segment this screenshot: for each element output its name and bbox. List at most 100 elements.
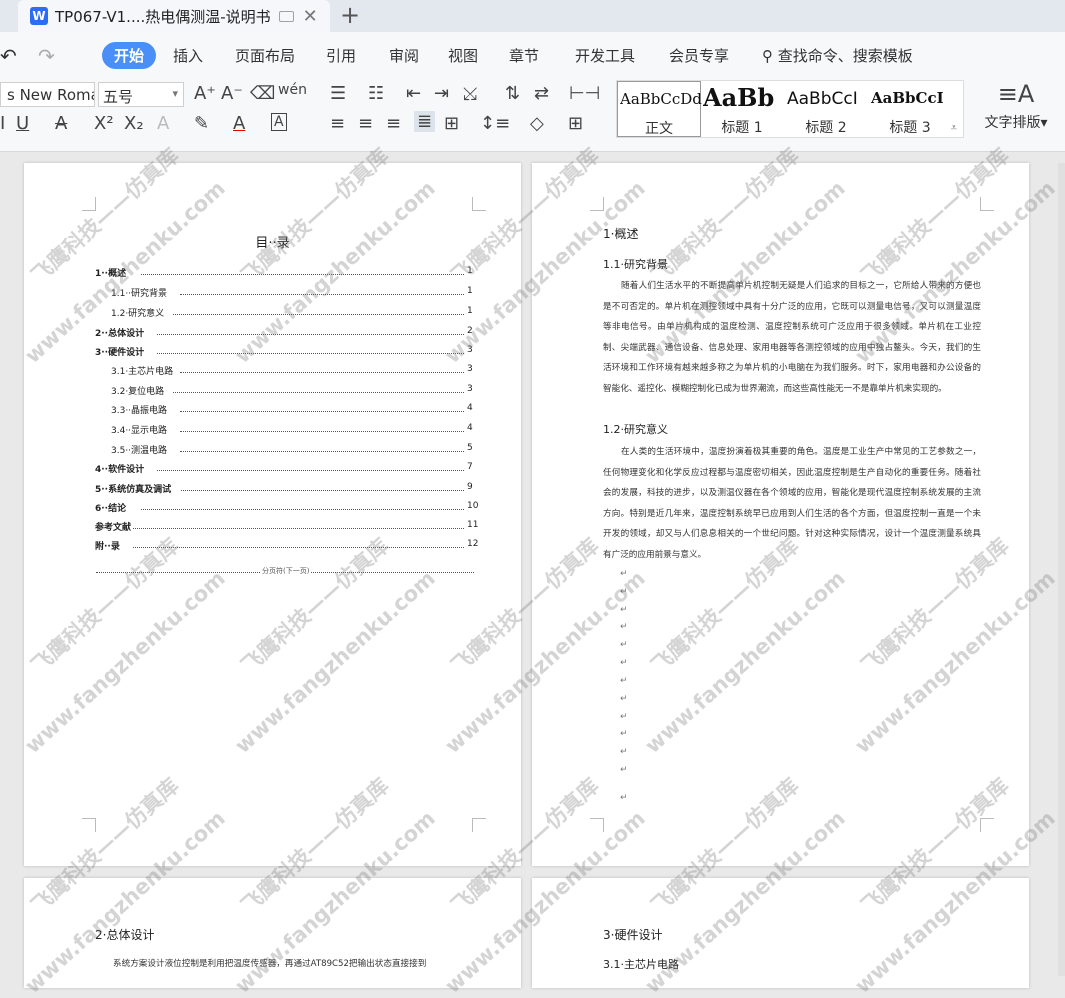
align-right-icon[interactable]: ≡ bbox=[386, 113, 401, 134]
text-layout-button[interactable]: ≡A 文字排版▾ bbox=[978, 80, 1054, 136]
distributed-icon[interactable]: ⊞ bbox=[444, 113, 459, 134]
paragraph-significance: 在人类的生活环境中，温度扮演着极其重要的角色。温度是工业生产中常见的工艺参数之一… bbox=[603, 447, 981, 560]
redo-icon[interactable]: ↷ bbox=[38, 44, 55, 68]
highlight-icon[interactable]: ✎ bbox=[194, 113, 209, 134]
style-normal[interactable]: AaBbCcDd 正文 bbox=[617, 81, 702, 137]
toc-entry-label: 3.3··晶振电路 bbox=[111, 406, 168, 416]
paragraph-mark: ↵ bbox=[620, 676, 628, 686]
style-normal-label: 正文 bbox=[645, 121, 673, 137]
toc-page-number: 1 bbox=[467, 266, 473, 276]
italic-icon[interactable]: I bbox=[0, 113, 5, 134]
page-overview: 1·概述 1.1·研究背景 随着人们生活水平的不断提高单片机控制无疑是人们追求的… bbox=[532, 163, 1029, 866]
toc-entry-label: 附··录 bbox=[95, 542, 120, 552]
title-bar: W TP067-V1....热电偶测温-说明书 ✕ + bbox=[0, 0, 1065, 32]
page-toc: 目··录 1··概述 1 1.1··研究背景 1 1.2·研究意义 1 2··总体设计 2 3·… bbox=[24, 163, 521, 866]
gallery-more-icon[interactable]: ⩡ bbox=[951, 121, 957, 135]
style-normal-sample: AaBbCcDd bbox=[620, 90, 702, 108]
font-name-field[interactable]: s New Roma bbox=[0, 82, 95, 107]
toc-entry-label: 3··硬件设计 bbox=[95, 348, 145, 358]
toc-leader bbox=[157, 346, 464, 354]
new-tab-button[interactable]: + bbox=[340, 1, 360, 29]
toc-leader bbox=[141, 267, 464, 275]
shading-icon[interactable]: ◇ bbox=[530, 113, 544, 134]
font-color-icon[interactable]: A bbox=[233, 113, 245, 134]
menu-review[interactable]: 审阅 bbox=[389, 45, 419, 66]
command-search[interactable]: ⚲ 查找命令、搜索模板 bbox=[762, 45, 913, 66]
toc-page-number: 12 bbox=[467, 539, 479, 549]
toc-leader bbox=[173, 385, 464, 393]
text-layout-icon: ≡A bbox=[997, 80, 1035, 108]
line-spacing-icon[interactable]: ↕≡ bbox=[480, 113, 510, 134]
menu-view[interactable]: 视图 bbox=[448, 45, 478, 66]
paragraph-overall-design: 系统方案设计液位控制是利用把温度传感器，再通过AT89C52把输出状态直接接到 bbox=[113, 959, 427, 969]
font-size-field[interactable]: 五号 bbox=[98, 82, 184, 107]
toc-entry-label: 5··系统仿真及调试 bbox=[95, 485, 172, 495]
menu-membership[interactable]: 会员专享 bbox=[669, 45, 729, 66]
menu-insert[interactable]: 插入 bbox=[173, 45, 203, 66]
increase-indent-icon[interactable]: ⇥ bbox=[434, 83, 449, 104]
menu-developer[interactable]: 开发工具 bbox=[575, 45, 635, 66]
style-heading-3[interactable]: AaBbCcI 标题 3 bbox=[869, 81, 953, 137]
bullet-list-icon[interactable]: ☰ bbox=[330, 83, 346, 104]
toc-entry-label: 3.4··显示电路 bbox=[111, 426, 168, 436]
style-heading-3-sample: AaBbCcI bbox=[871, 89, 944, 107]
menu-section[interactable]: 章节 bbox=[509, 45, 539, 66]
undo-icon[interactable]: ↶ bbox=[0, 44, 17, 68]
clear-format-icon[interactable]: ⌫ bbox=[250, 83, 275, 104]
menu-home[interactable]: 开始 bbox=[102, 42, 157, 69]
toc-entry-label: 3.1·主芯片电路 bbox=[111, 367, 174, 377]
strikethrough-icon[interactable]: A bbox=[55, 113, 67, 134]
toc-leader bbox=[133, 540, 464, 548]
borders-icon[interactable]: ⊞ bbox=[568, 113, 583, 134]
align-left-icon[interactable]: ≡ bbox=[330, 113, 345, 134]
paragraph-mark: ↵ bbox=[620, 587, 628, 597]
text-layout-label: 文字排版 bbox=[984, 115, 1041, 131]
screen-icon[interactable] bbox=[278, 10, 294, 22]
justify-icon[interactable]: ≣ bbox=[414, 111, 436, 132]
decrease-indent-icon[interactable]: ⇤ bbox=[406, 83, 421, 104]
superscript-icon[interactable]: X² bbox=[94, 113, 114, 134]
toc-entry-label: 1··概述 bbox=[95, 269, 127, 279]
toc-page-number: 4 bbox=[467, 423, 473, 433]
grow-font-icon[interactable]: A⁺ bbox=[194, 83, 216, 104]
ribbon: ↶ ↷ 开始 插入 页面布局 引用 审阅 视图 章节 开发工具 会员专享 ⚲ 查… bbox=[0, 32, 1065, 152]
align-center-icon[interactable]: ≡ bbox=[358, 113, 373, 134]
underline-icon[interactable]: U bbox=[16, 113, 29, 134]
paragraph-mark: ↵ bbox=[620, 712, 628, 722]
toc-leader bbox=[180, 424, 464, 432]
search-icon: ⚲ bbox=[762, 47, 778, 65]
heading-research-significance: 1.2·研究意义 bbox=[603, 423, 668, 436]
toc-leader bbox=[180, 287, 464, 295]
menu-references[interactable]: 引用 bbox=[326, 45, 356, 66]
subscript-icon[interactable]: X₂ bbox=[124, 113, 144, 134]
page-hardware-design: 3·硬件设计 3.1·主芯片电路 bbox=[532, 878, 1029, 988]
style-heading-2[interactable]: AaBbCcI 标题 2 bbox=[785, 81, 869, 137]
ruler-icon[interactable]: ⊢⊣ bbox=[569, 83, 600, 104]
style-heading-1[interactable]: AaBb 标题 1 bbox=[701, 81, 785, 137]
toc-leader bbox=[173, 307, 464, 315]
toc-page-number: 5 bbox=[467, 443, 473, 453]
char-border-icon[interactable]: A bbox=[271, 113, 287, 131]
toc-entry-label: 参考文献 bbox=[95, 523, 132, 533]
document-tab[interactable]: W TP067-V1....热电偶测温-说明书 ✕ bbox=[18, 0, 330, 32]
shrink-font-icon[interactable]: A⁻ bbox=[221, 83, 243, 104]
toc-leader bbox=[157, 327, 464, 335]
menu-page-layout[interactable]: 页面布局 bbox=[235, 45, 295, 66]
close-icon[interactable]: ✕ bbox=[303, 6, 318, 27]
toc-leader bbox=[141, 502, 464, 510]
paragraph-mark: ↵ bbox=[620, 793, 628, 803]
sort-icon[interactable]: ⇅ bbox=[505, 83, 520, 104]
vertical-scrollbar[interactable] bbox=[1058, 163, 1065, 976]
chinese-layout-icon[interactable]: ⤩ bbox=[463, 83, 477, 104]
toc-leader bbox=[157, 463, 464, 471]
toc-entry-label: 6··结论 bbox=[95, 504, 127, 514]
toc-entry-label: 2··总体设计 bbox=[95, 329, 145, 339]
paragraph-mark: ↵ bbox=[620, 694, 628, 704]
text-effect-icon[interactable]: A bbox=[157, 113, 169, 134]
numbered-list-icon[interactable]: ☷ bbox=[368, 83, 384, 104]
paragraph-background: 随着人们生活水平的不断提高单片机控制无疑是人们追求的目标之一，它所给人带来的方便… bbox=[603, 281, 981, 394]
toc-leader bbox=[133, 521, 464, 529]
heading-main-chip: 3.1·主芯片电路 bbox=[603, 958, 679, 971]
pinyin-icon[interactable]: wén bbox=[278, 82, 307, 98]
show-marks-icon[interactable]: ⇄ bbox=[534, 83, 549, 104]
